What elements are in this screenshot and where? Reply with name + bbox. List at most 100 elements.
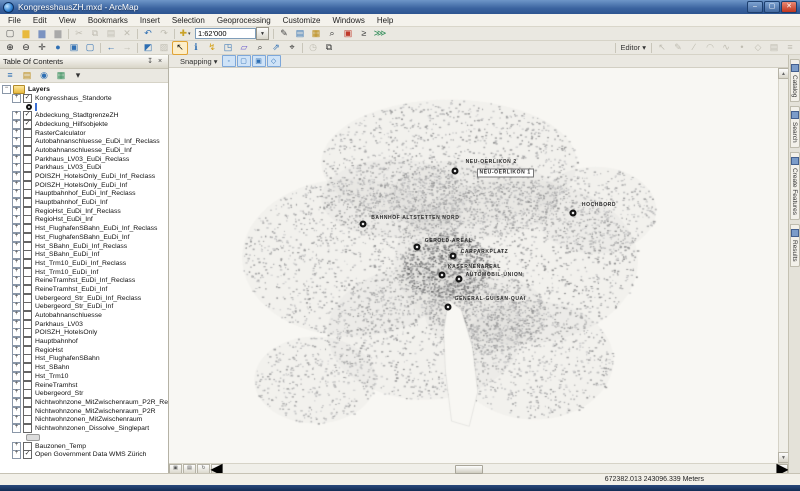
measure-button[interactable]: ▱ bbox=[236, 41, 252, 55]
layer-checkbox[interactable] bbox=[23, 381, 32, 390]
expand-icon[interactable]: + bbox=[12, 163, 21, 172]
expand-icon[interactable]: + bbox=[12, 250, 21, 259]
toc-root-layers[interactable]: − Layers bbox=[2, 85, 168, 94]
list-by-source-button[interactable]: ▤ bbox=[19, 69, 35, 83]
layer-checkbox[interactable] bbox=[23, 320, 32, 329]
find-button[interactable]: ⌕ bbox=[252, 41, 268, 55]
layer-checkbox[interactable]: ✓ bbox=[23, 111, 32, 120]
point-snapping-button[interactable]: ◦ bbox=[222, 55, 236, 67]
layer-row[interactable]: +RegioHst_EuDi_Inf_Reclass bbox=[2, 207, 168, 216]
expand-icon[interactable]: + bbox=[12, 389, 21, 398]
layer-checkbox[interactable] bbox=[23, 250, 32, 259]
layer-row[interactable]: +Nichtwohnzone_MitZwischenraum_P2R_Recla… bbox=[2, 398, 168, 407]
layer-checkbox[interactable] bbox=[23, 215, 32, 224]
layer-checkbox[interactable] bbox=[23, 137, 32, 146]
expand-icon[interactable]: + bbox=[12, 337, 21, 346]
menu-file[interactable]: File bbox=[2, 16, 27, 25]
new-map-button[interactable]: ▢ bbox=[2, 27, 18, 41]
table-of-contents-window-button[interactable]: ▤ bbox=[292, 27, 308, 41]
layer-checkbox[interactable] bbox=[23, 311, 32, 320]
expand-icon[interactable]: + bbox=[12, 442, 21, 451]
menu-edit[interactable]: Edit bbox=[27, 16, 53, 25]
layer-row[interactable]: +POISZH_HotelsOnly bbox=[2, 329, 168, 338]
expand-icon[interactable]: + bbox=[12, 268, 21, 277]
minimize-button[interactable]: – bbox=[747, 1, 763, 13]
layer-row[interactable]: +✓Abdeckung_StadtgrenzeZH bbox=[2, 111, 168, 120]
layer-checkbox[interactable] bbox=[23, 172, 32, 181]
pin-icon[interactable]: ↧ bbox=[145, 57, 155, 67]
edge-snapping-button[interactable]: ◇ bbox=[267, 55, 281, 67]
layer-checkbox[interactable] bbox=[23, 198, 32, 207]
layer-checkbox[interactable] bbox=[23, 407, 32, 416]
vertex-snapping-button[interactable]: ▣ bbox=[252, 55, 266, 67]
zoom-in-button[interactable]: ⊕ bbox=[2, 41, 18, 55]
menu-selection[interactable]: Selection bbox=[166, 16, 211, 25]
scroll-right-icon[interactable]: ▶ bbox=[777, 464, 788, 474]
expand-icon[interactable]: + bbox=[12, 242, 21, 251]
modelbuilder-window-button[interactable]: ⋙ bbox=[372, 27, 388, 41]
expand-icon[interactable]: + bbox=[12, 137, 21, 146]
html-popup-button[interactable]: ◳ bbox=[220, 41, 236, 55]
arctoolbox-window-button[interactable]: ▣ bbox=[340, 27, 356, 41]
layer-checkbox[interactable] bbox=[23, 129, 32, 138]
layer-checkbox[interactable] bbox=[23, 363, 32, 372]
layer-row[interactable]: +Hst_Trm10_EuDi_Inf_Reclass bbox=[2, 259, 168, 268]
layer-checkbox[interactable] bbox=[23, 242, 32, 251]
docked-tab-catalog[interactable]: Catalog bbox=[790, 59, 800, 102]
expand-icon[interactable]: + bbox=[12, 302, 21, 311]
layer-row[interactable]: +Autobahnanschluesse_EuDi_Inf_Reclass bbox=[2, 137, 168, 146]
layer-row[interactable]: +POISZH_HotelsOnly_EuDi_Inf_Reclass bbox=[2, 172, 168, 181]
expand-icon[interactable]: + bbox=[12, 172, 21, 181]
layer-row[interactable]: +POISZH_HotelsOnly_EuDi_Inf bbox=[2, 181, 168, 190]
layer-row[interactable]: +Hauptbahnhof_EuDi_Inf bbox=[2, 198, 168, 207]
layer-checkbox[interactable] bbox=[23, 189, 32, 198]
list-by-visibility-button[interactable]: ◉ bbox=[36, 69, 52, 83]
expand-icon[interactable]: + bbox=[12, 372, 21, 381]
layer-row[interactable]: +Uebergeord_Str bbox=[2, 389, 168, 398]
data-view-button[interactable]: ▣ bbox=[169, 464, 182, 474]
menu-bookmarks[interactable]: Bookmarks bbox=[82, 16, 134, 25]
vertical-scrollbar[interactable]: ▲ ▼ bbox=[778, 68, 788, 463]
expand-icon[interactable]: + bbox=[12, 120, 21, 129]
layer-row[interactable]: +RegioHst bbox=[2, 346, 168, 355]
close-button[interactable]: ✕ bbox=[781, 1, 797, 13]
map-canvas[interactable]: NEU-OERLIKON 2NEU-OERLIKON 1HOCHBORDBAHN… bbox=[169, 68, 778, 463]
expand-icon[interactable]: + bbox=[12, 450, 21, 459]
layer-checkbox[interactable] bbox=[23, 181, 32, 190]
layer-row[interactable]: +Uebergeord_Str_EuDi_Inf bbox=[2, 303, 168, 312]
layer-checkbox[interactable] bbox=[23, 276, 32, 285]
expand-icon[interactable]: + bbox=[12, 198, 21, 207]
expand-icon[interactable]: + bbox=[12, 363, 21, 372]
layer-row[interactable]: +Nichtwohnzonen_MitZwischenraum bbox=[2, 415, 168, 424]
expand-icon[interactable]: + bbox=[12, 155, 21, 164]
maximize-button[interactable]: ▢ bbox=[764, 1, 780, 13]
editor-menu[interactable]: Editor ▾ bbox=[618, 43, 649, 52]
layer-checkbox[interactable] bbox=[23, 224, 32, 233]
layer-row[interactable]: +Parkhaus_LV03_EuDi_Reclass bbox=[2, 155, 168, 164]
expand-icon[interactable]: + bbox=[12, 94, 21, 103]
layer-row[interactable]: +ReineTramhst bbox=[2, 381, 168, 390]
docked-tab-create-features[interactable]: Create Features bbox=[790, 152, 800, 220]
layer-checkbox[interactable] bbox=[23, 259, 32, 268]
expand-icon[interactable]: + bbox=[12, 424, 21, 433]
layer-row[interactable]: +Autobahnanschluesse bbox=[2, 311, 168, 320]
layer-row[interactable]: +Nichtwohnzonen_Dissolve_Singlepart bbox=[2, 424, 168, 433]
layer-row[interactable]: +RegioHst_EuDi_Inf bbox=[2, 216, 168, 225]
hyperlink-button[interactable]: ↯ bbox=[204, 41, 220, 55]
layer-checkbox[interactable] bbox=[23, 233, 32, 242]
catalog-window-button[interactable]: ▦ bbox=[308, 27, 324, 41]
layer-row[interactable]: +✓Open Government Data WMS Zürich bbox=[2, 451, 168, 460]
search-window-button[interactable]: ⌕ bbox=[324, 27, 340, 41]
layer-checkbox[interactable] bbox=[23, 268, 32, 277]
expand-icon[interactable]: + bbox=[12, 181, 21, 190]
docked-tab-search[interactable]: Search bbox=[790, 106, 800, 148]
select-features-button[interactable]: ◩ bbox=[140, 41, 156, 55]
layer-row[interactable]: +Hst_FlughafenSBahn_EuDi_Inf_Reclass bbox=[2, 224, 168, 233]
horizontal-scrollbar[interactable] bbox=[222, 465, 777, 473]
layer-row[interactable]: +Hst_SBahn_EuDi_Inf bbox=[2, 250, 168, 259]
expand-icon[interactable]: + bbox=[12, 354, 21, 363]
layer-checkbox[interactable] bbox=[23, 163, 32, 172]
collapse-icon[interactable]: − bbox=[2, 85, 11, 94]
create-viewer-window-button[interactable]: ⧉ bbox=[321, 41, 337, 55]
layer-checkbox[interactable]: ✓ bbox=[23, 120, 32, 129]
